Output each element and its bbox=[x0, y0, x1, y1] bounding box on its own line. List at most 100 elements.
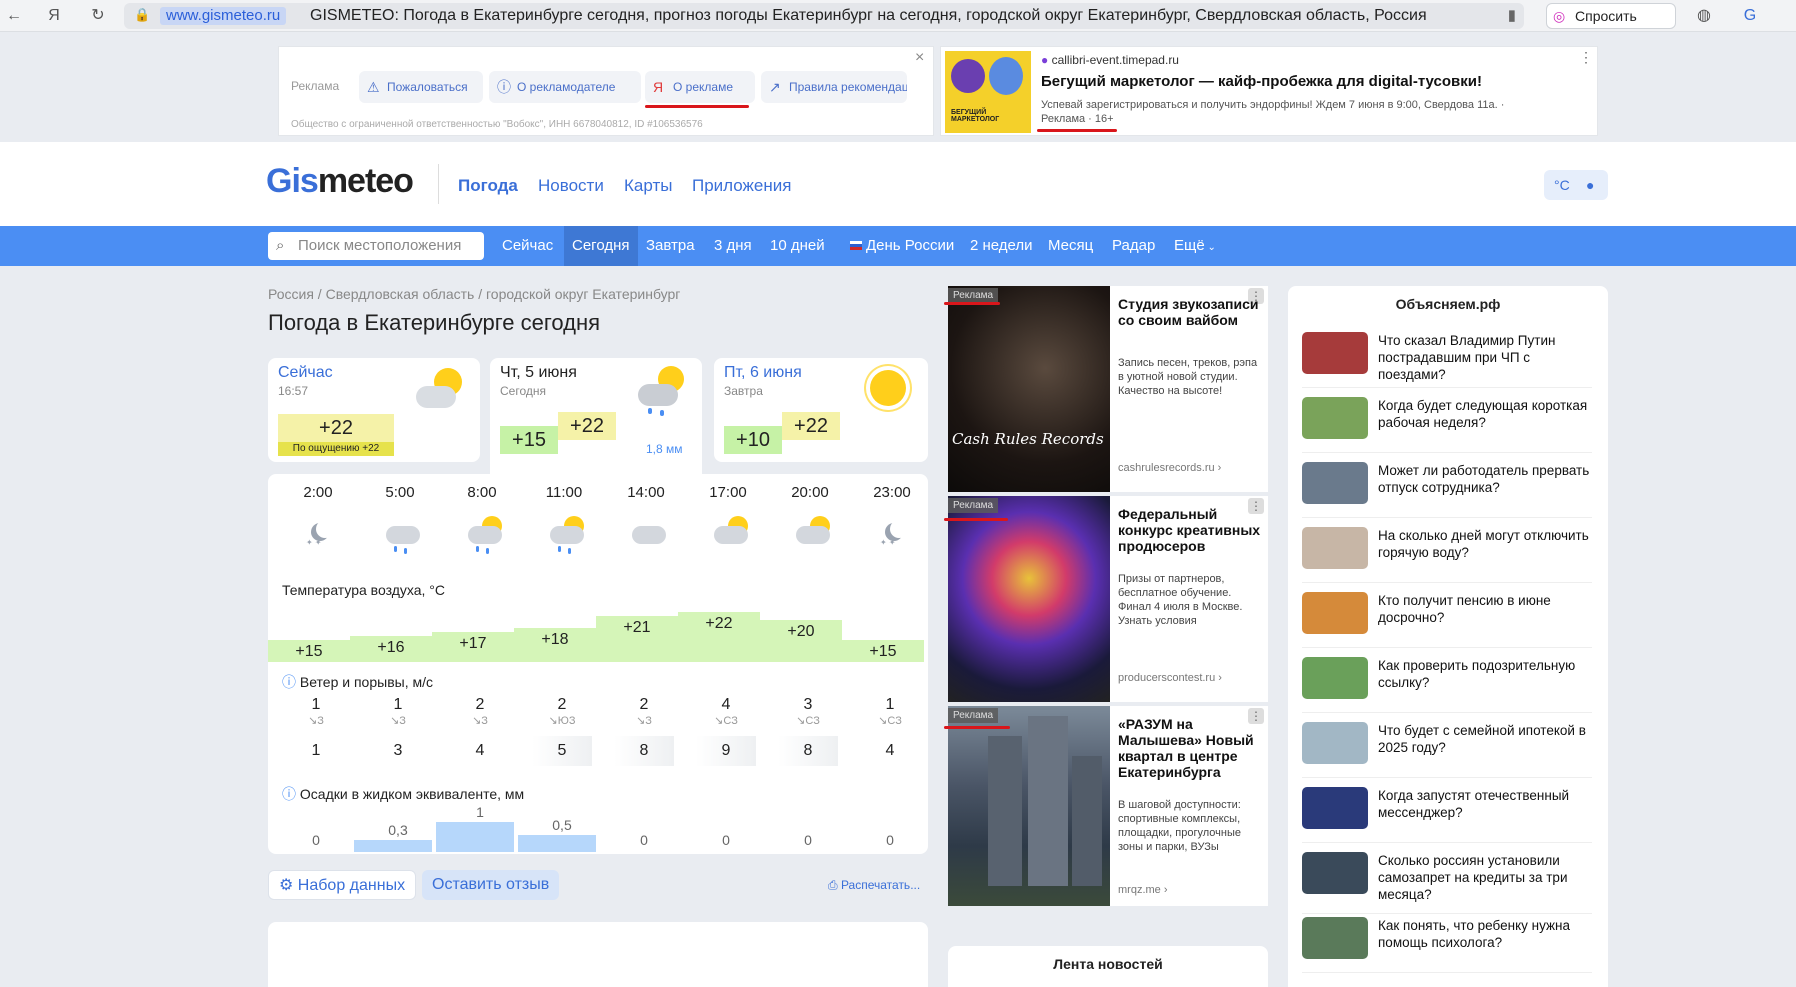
wind-direction: ↘З bbox=[276, 714, 356, 727]
ad-label: Реклама bbox=[291, 79, 340, 93]
feels-like: По ощущению +22 bbox=[278, 442, 394, 456]
search-input[interactable]: ⌕ Поиск местоположения bbox=[268, 232, 484, 260]
partly-cloudy-icon bbox=[792, 512, 836, 556]
news-feed-card: Лента новостей bbox=[948, 946, 1268, 987]
lock-icon: 🔒 bbox=[134, 7, 151, 22]
logo[interactable]: Gismeteo bbox=[266, 162, 414, 201]
chevron-down-icon: ⌄ bbox=[1204, 242, 1216, 253]
reload-icon[interactable]: ↻ bbox=[86, 4, 110, 28]
nav-weather[interactable]: Погода bbox=[458, 176, 518, 196]
temp-bar: +22 bbox=[678, 610, 760, 662]
ad-card-producers[interactable]: Реклама ⋮ Федеральный конкурс креативных… bbox=[948, 496, 1268, 702]
translate-icon[interactable]: G bbox=[1738, 4, 1762, 28]
tab-today[interactable]: Сегодня bbox=[564, 226, 638, 266]
ad-url: mrqz.me › bbox=[1118, 884, 1168, 896]
page-title: Погода в Екатеринбурге сегодня bbox=[268, 310, 601, 335]
news-item[interactable]: Когда запустят отечественный мессенджер? bbox=[1302, 781, 1592, 843]
news-thumbnail bbox=[1302, 462, 1368, 504]
ask-button[interactable]: ◎ Спросить bbox=[1546, 3, 1676, 29]
news-item[interactable]: Когда будет следующая короткая рабочая н… bbox=[1302, 391, 1592, 453]
news-item[interactable]: Может ли работодатель прервать отпуск со… bbox=[1302, 456, 1592, 518]
news-item[interactable]: На сколько дней могут отключить горячую … bbox=[1302, 521, 1592, 583]
tab-3days[interactable]: 3 дня bbox=[706, 226, 760, 266]
wind-dir-label: З bbox=[317, 715, 324, 727]
tab-tomorrow[interactable]: Завтра bbox=[638, 226, 703, 266]
partly-cloudy-icon bbox=[710, 512, 754, 556]
wind-arrow-icon: ↘ bbox=[472, 715, 482, 727]
nav-maps[interactable]: Карты bbox=[624, 176, 672, 196]
ad-title: Студия звукозаписи со своим вайбом bbox=[1118, 296, 1259, 328]
gust-value: 8 bbox=[614, 736, 674, 766]
tab-month[interactable]: Месяц bbox=[1040, 226, 1101, 266]
close-icon[interactable]: × bbox=[915, 49, 924, 67]
yandex-icon[interactable]: Я bbox=[42, 4, 66, 28]
wind-arrow-icon: ↘ bbox=[878, 715, 888, 727]
advertiser-button[interactable]: ⓘ О рекламодателе bbox=[489, 71, 641, 103]
tab-10days[interactable]: 10 дней bbox=[762, 226, 833, 266]
tab-2weeks[interactable]: 2 недели bbox=[962, 226, 1041, 266]
tab-now[interactable]: Сейчас bbox=[494, 226, 561, 266]
temp-value: +16 bbox=[377, 639, 405, 656]
feedback-button[interactable]: Оставить отзыв bbox=[422, 870, 560, 900]
ad-badge: Реклама bbox=[948, 288, 999, 303]
yandex-icon: Я bbox=[653, 79, 664, 95]
info-icon[interactable]: ⓘ bbox=[282, 674, 296, 690]
news-item[interactable]: Что сказал Владимир Путин пострадавшим п… bbox=[1302, 326, 1592, 388]
print-link[interactable]: ⎙ Распечатать... bbox=[828, 878, 920, 893]
temp-bar: +15 bbox=[842, 638, 924, 662]
temp-value: +18 bbox=[541, 631, 569, 648]
dataset-button[interactable]: ⚙ Набор данных bbox=[268, 870, 417, 900]
ad-badge: Реклама bbox=[948, 498, 999, 513]
more-icon[interactable]: ⋮ bbox=[1579, 49, 1593, 66]
card-tomorrow[interactable]: Пт, 6 июня Завтра +10 +22 bbox=[714, 358, 928, 462]
card-now[interactable]: Сейчас 16:57 +22 По ощущению +22 bbox=[268, 358, 480, 462]
info-icon[interactable]: ⓘ bbox=[282, 786, 296, 802]
ad-card-studio[interactable]: Cash Rules Records Реклама ⋮ Студия звук… bbox=[948, 286, 1268, 492]
ad-desc: В шаговой доступности: спортивные компле… bbox=[1118, 799, 1241, 853]
nav-news[interactable]: Новости bbox=[538, 176, 604, 196]
card-today[interactable]: Чт, 5 июня Сегодня +15 +22 1,8 мм bbox=[490, 358, 702, 474]
wind-dir-label: ЮЗ bbox=[557, 715, 576, 727]
about-ads-button[interactable]: Я О рекламе bbox=[645, 71, 755, 103]
cloud-rain-icon bbox=[382, 512, 426, 556]
news-thumbnail bbox=[1302, 657, 1368, 699]
news-item[interactable]: Как проверить подозрительную ссылку? bbox=[1302, 651, 1592, 713]
temp-value: +15 bbox=[869, 643, 897, 660]
hour-label: 17:00 bbox=[709, 484, 747, 501]
precip-value: 1 bbox=[476, 804, 484, 820]
wind-dir-label: СЗ bbox=[887, 715, 902, 727]
news-item[interactable]: Кто получит пенсию в июне досрочно? bbox=[1302, 586, 1592, 648]
wind-direction: ↘З bbox=[440, 714, 520, 727]
hour-label: 14:00 bbox=[627, 484, 665, 501]
breadcrumb[interactable]: Россия / Свердловская область / городско… bbox=[268, 286, 680, 302]
top-ad-banner[interactable]: БЕГУЩИЙ МАРКЕТОЛОГ ● callibri-event.time… bbox=[940, 46, 1598, 136]
news-item[interactable]: Сколько россиян установили самозапрет на… bbox=[1302, 846, 1592, 914]
address-bar[interactable]: 🔒 www.gismeteo.ru GISMETEO: Погода в Ека… bbox=[124, 3, 1524, 29]
bookmark-icon[interactable]: ▮ bbox=[1508, 6, 1516, 24]
nav-apps[interactable]: Приложения bbox=[692, 176, 791, 196]
sun-icon bbox=[864, 364, 914, 414]
precip-bar bbox=[518, 835, 596, 852]
ad-card-razum[interactable]: Реклама ⋮ «РАЗУМ на Малышева» Новый квар… bbox=[948, 706, 1268, 906]
back-icon[interactable]: ← bbox=[2, 4, 26, 28]
tab-russia-day[interactable]: День России bbox=[842, 226, 962, 266]
ad-title: Федеральный конкурс креативных продюсеро… bbox=[1118, 506, 1261, 554]
complain-button[interactable]: ⚠ Пожаловаться bbox=[359, 71, 483, 103]
unit-toggle[interactable]: °C ● bbox=[1544, 170, 1608, 200]
source-icon: ● bbox=[1041, 53, 1049, 67]
gust-value: 4 bbox=[885, 742, 895, 759]
news-item[interactable]: Как понять, что ребенку нужна помощь пси… bbox=[1302, 911, 1592, 973]
red-underline bbox=[944, 518, 1008, 521]
tab-radar[interactable]: Радар bbox=[1104, 226, 1163, 266]
complain-label: Пожаловаться bbox=[387, 80, 468, 94]
wind-dir-label: З bbox=[645, 715, 652, 727]
wind-dir-label: СЗ bbox=[723, 715, 738, 727]
news-item[interactable]: Что будет с семейной ипотекой в 2025 год… bbox=[1302, 716, 1592, 778]
rules-button[interactable]: ↗ Правила рекомендаций bbox=[761, 71, 907, 103]
widget-title: Объясняем.рф bbox=[1395, 296, 1501, 312]
tab-more[interactable]: Ещё ⌄ bbox=[1166, 226, 1224, 266]
tab-more-label: Ещё bbox=[1174, 237, 1205, 254]
precip-value: 0 bbox=[312, 832, 320, 848]
globe-icon[interactable]: ◍ bbox=[1692, 4, 1716, 28]
sun-rain-icon bbox=[464, 512, 508, 556]
